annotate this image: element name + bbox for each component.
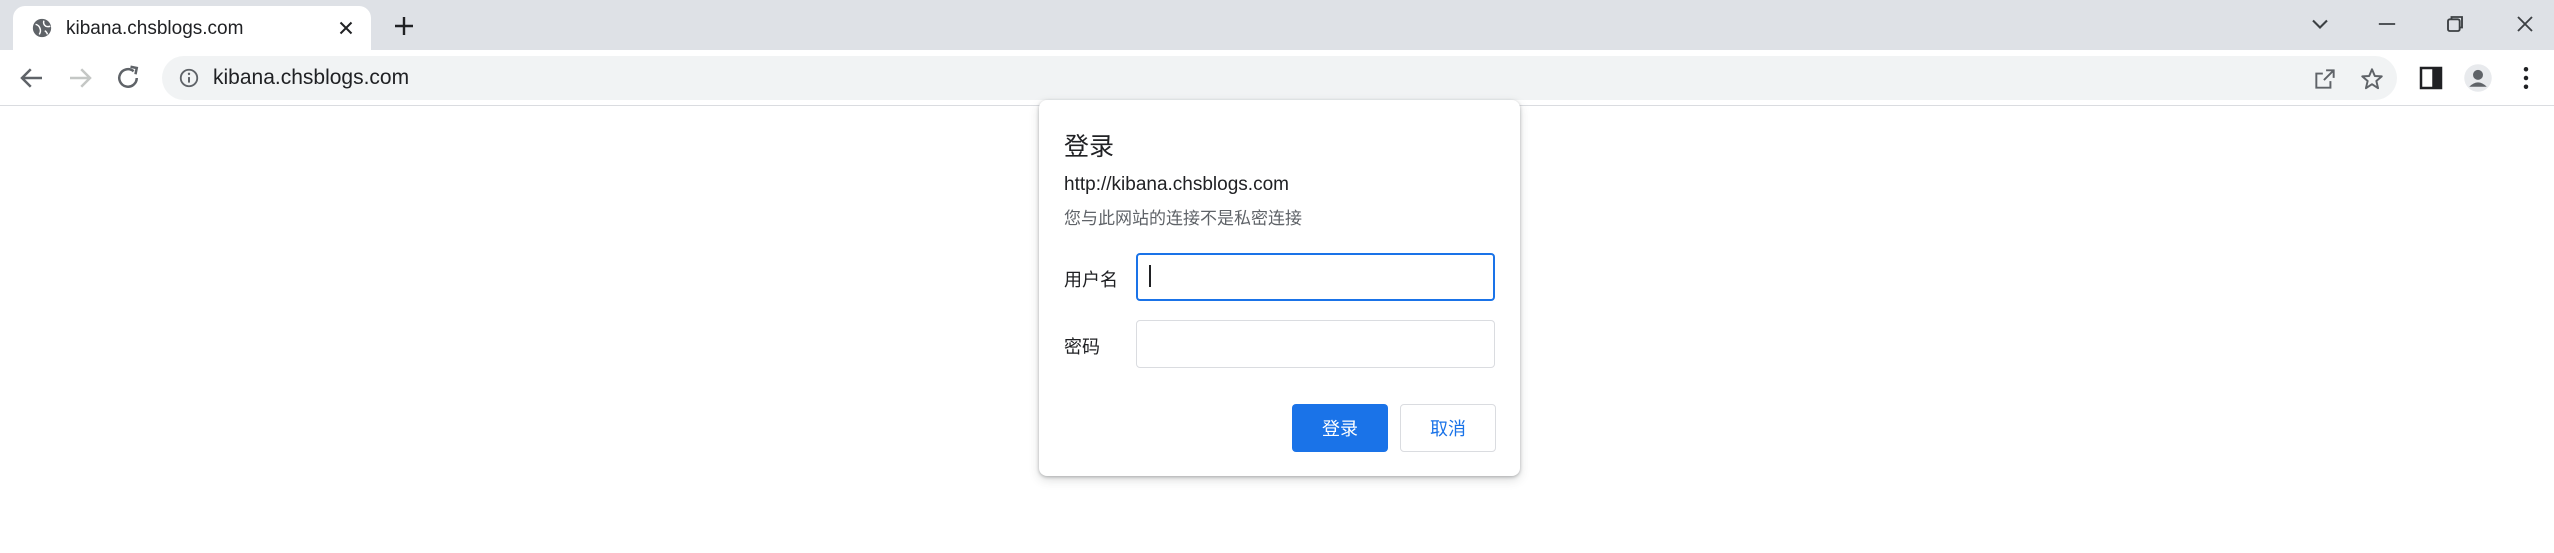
password-label: 密码: [1064, 337, 1100, 357]
dialog-title: 登录: [1064, 133, 1115, 161]
new-tab-icon[interactable]: [392, 14, 416, 38]
browser-toolbar: kibana.chsblogs.com: [0, 50, 2554, 106]
address-url[interactable]: kibana.chsblogs.com: [213, 66, 409, 90]
forward-icon[interactable]: [65, 63, 95, 93]
username-input[interactable]: [1136, 253, 1495, 301]
tab-close-icon[interactable]: [335, 17, 357, 39]
reload-icon[interactable]: [113, 63, 143, 93]
dialog-origin: http://kibana.chsblogs.com: [1064, 174, 1289, 195]
login-dialog: 登录 http://kibana.chsblogs.com 您与此网站的连接不是…: [1039, 100, 1520, 476]
cancel-button[interactable]: 取消: [1400, 404, 1496, 452]
info-icon[interactable]: [178, 67, 200, 89]
dialog-warning: 您与此网站的连接不是私密连接: [1064, 209, 1302, 228]
browser-tab[interactable]: kibana.chsblogs.com: [13, 6, 371, 50]
minimize-icon[interactable]: [2373, 10, 2401, 38]
tab-search-icon[interactable]: [2306, 10, 2334, 38]
more-icon[interactable]: [2511, 63, 2541, 93]
side-panel-icon[interactable]: [2416, 63, 2446, 93]
profile-icon[interactable]: [2463, 63, 2493, 93]
star-icon[interactable]: [2359, 66, 2385, 92]
text-caret: [1149, 265, 1151, 287]
address-bar[interactable]: kibana.chsblogs.com: [162, 56, 2397, 100]
globe-icon: [32, 18, 52, 38]
password-input[interactable]: [1136, 320, 1495, 368]
restore-icon[interactable]: [2441, 10, 2469, 38]
login-button[interactable]: 登录: [1292, 404, 1388, 452]
tab-title: kibana.chsblogs.com: [66, 18, 244, 39]
back-icon[interactable]: [17, 63, 47, 93]
username-label: 用户名: [1064, 270, 1118, 290]
share-icon[interactable]: [2312, 66, 2338, 92]
tab-strip: kibana.chsblogs.com: [0, 0, 2554, 50]
close-icon[interactable]: [2511, 10, 2539, 38]
